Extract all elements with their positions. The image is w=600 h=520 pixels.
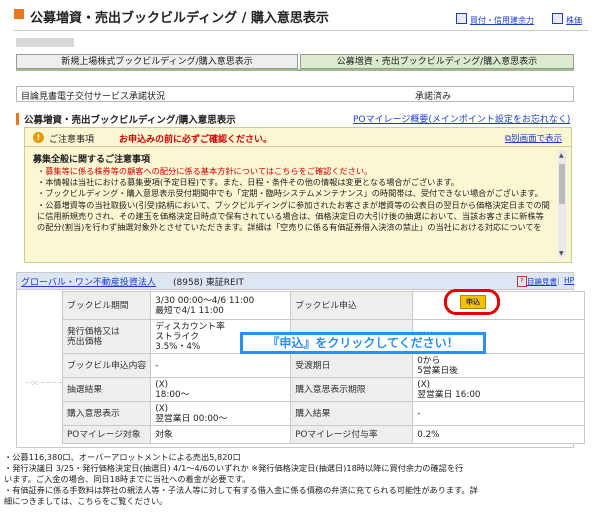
title-marker-icon xyxy=(14,9,24,19)
popup-link-label[interactable]: 別画面で表示 xyxy=(511,134,562,144)
lottery-result-value: (X) 18:00〜 xyxy=(150,377,292,402)
popup-link[interactable]: ⧉別画面で表示 xyxy=(505,132,562,144)
section-marker-icon xyxy=(16,113,19,125)
delivery-date-label: 受渡期日 xyxy=(290,353,414,378)
notice-box: ! ご注意事項 お申込みの前に必ずご確認ください。 ⧉別画面で表示 募集全般に関… xyxy=(24,127,572,263)
notice-line: ・ブックビルディング・購入意思表示受付期間中でも「定期・臨時システムメンテナンス… xyxy=(37,188,543,199)
notice-line: ・募集等に係る株券等の顧客への配分に係る基本方針についてはこちらをご確認ください… xyxy=(37,166,373,176)
issuer-logo-mark: — ○○ — — — — xyxy=(25,381,63,386)
bookbuild-period-line1: 3/30 00:00〜4/6 11:00 xyxy=(155,295,255,306)
offering-details-table: ブックビル期間 3/30 00:00〜4/6 11:00 最短で4/1 11:00… xyxy=(61,291,586,444)
security-card-header: グローバル・ワン不動産投資法人 (8958) 東証REIT P 目論見書 | H… xyxy=(17,273,574,290)
po-mileage-rate-value: 0.2% xyxy=(412,425,586,444)
po-mileage-target-value: 対象 xyxy=(150,425,292,444)
tab-po-bookbuilding[interactable]: 公募増資・売出ブックビルディング/購入意思表示 xyxy=(300,54,574,69)
delivery-date-value: 0から 5営業日後 xyxy=(412,353,586,378)
prospectus-consent-label: 目論見書電子交付サービス承諾状況 xyxy=(21,92,166,102)
stock-price-link[interactable]: 株価 xyxy=(552,13,582,26)
po-mileage-target-label: POマイレージ対象 xyxy=(61,425,152,444)
footer-line: ・公募116,380口、オーバーアロットメントによる売出5,820口 xyxy=(4,452,241,462)
trade-capacity-label[interactable]: 買付・信用建余力 xyxy=(470,16,534,25)
bookbuild-content-value: - xyxy=(150,353,292,378)
document-icon xyxy=(552,13,563,24)
bookbuild-period-line2: 最短で4/1 11:00 xyxy=(155,305,224,316)
calculator-icon xyxy=(456,13,467,24)
lottery-result-label: 抽選結果 xyxy=(61,377,152,402)
bookbuild-apply-label: ブックビル申込 xyxy=(290,291,414,320)
prospectus-link[interactable]: 目論見書 xyxy=(527,276,557,287)
notice-line: に信用新規売りされ、その建玉を価格決定日時点で保有されている場合は、価格決定日の… xyxy=(37,210,544,221)
issuer-link[interactable]: グローバル・ワン不動産投資法人 xyxy=(21,275,156,288)
footer-notes: ・公募116,380口、オーバーアロットメントによる売出5,820口 ・発行決議… xyxy=(0,452,600,507)
bookbuild-content-label: ブックビル申込内容 xyxy=(61,353,152,378)
table-row: POマイレージ対象 対象 POマイレージ付与率 0.2% xyxy=(61,425,586,444)
purchase-result-value: - xyxy=(412,401,586,426)
table-row: ブックビル申込内容 - 受渡期日 0から 5営業日後 xyxy=(61,353,586,378)
table-row: 抽選結果 (X) 18:00〜 購入意思表示期限 (X) 翌営業日 16:00 xyxy=(61,377,586,402)
warning-icon: ! xyxy=(33,132,44,143)
scroll-thumb[interactable] xyxy=(559,164,565,204)
table-row: 購入意思表示 (X) 翌営業日 00:00〜 購入結果 - xyxy=(61,401,586,426)
issuer-code-market: (8958) 東証REIT xyxy=(173,278,244,288)
tab-underline xyxy=(16,69,574,71)
table-row: ブックビル期間 3/30 00:00〜4/6 11:00 最短で4/1 11:00… xyxy=(61,291,586,320)
header-divider xyxy=(14,30,588,31)
notice-title: ご注意事項 xyxy=(49,135,95,145)
scroll-up-icon[interactable]: ▲ xyxy=(559,152,564,159)
instruction-callout: 『申込』をクリックしてください！ xyxy=(240,332,486,354)
notice-line: ・公募増資等の当社取扱い(引受)銘柄において、ブックビルディングに参加されたお客… xyxy=(37,199,550,210)
page-title: 公募増資・売出ブックビルディング / 購入意思表示 xyxy=(30,11,329,26)
footer-line: ・有価証券に係る手数料は弊社の親法人等・子法人等に対して有する借入金に係る債務の… xyxy=(4,485,478,495)
prospectus-consent-value: 承諾済み xyxy=(415,92,452,102)
notice-lines: ・募集等に係る株券等の顧客への配分に係る基本方針についてはこちらをご確認ください… xyxy=(37,166,557,233)
footer-line: 細につきましては、こちらをご覧ください。 xyxy=(4,496,168,506)
notice-header: ! ご注意事項 お申込みの前に必ずご確認ください。 ⧉別画面で表示 xyxy=(25,128,571,147)
po-mileage-link[interactable]: POマイレージ概要(メインポイント設定をお忘れなく) xyxy=(353,112,570,125)
tab-ipo-bookbuilding[interactable]: 新規上場株式ブックビルディング/購入意思表示 xyxy=(16,54,298,69)
footer-line: ・発行決議日 3/25・発行価格決定日(抽選日) 4/1〜4/6のいずれか ※発… xyxy=(4,463,464,473)
notice-line: ・本情報は当社における募集要項(予定日程)です。また、日程・条件その他の情報は変… xyxy=(37,177,460,188)
price-label: 発行価格又は 売出価格 xyxy=(61,319,152,354)
footer-line: います。ご入金の場合、同日18時までに当社への着金が必要です。 xyxy=(4,474,251,484)
section-title: 公募増資・売出ブックビルディング/購入意思表示 xyxy=(24,115,236,126)
scroll-down-icon[interactable]: ▼ xyxy=(559,250,564,257)
prospectus-consent-row: 目論見書電子交付サービス承諾状況 承諾済み xyxy=(16,86,574,102)
purchase-result-label: 購入結果 xyxy=(290,401,414,426)
bookbuild-period-label: ブックビル期間 xyxy=(61,291,152,320)
notice-line: の配分(割当)を行わず抽選対象外とさせていただきます。詳細は「空売りに係る有価証… xyxy=(37,222,542,233)
homepage-link[interactable]: HP xyxy=(564,276,574,285)
page-header: 公募増資・売出ブックビルディング / 購入意思表示 買付・信用建余力 株価 xyxy=(0,0,600,27)
purchase-intention-value: (X) 翌営業日 00:00〜 xyxy=(150,401,292,426)
apply-button[interactable]: 申込 xyxy=(460,295,486,309)
notice-body-title: 募集全般に関するご注意事項 xyxy=(33,155,151,165)
pdf-icon: P xyxy=(517,276,527,287)
intention-deadline-label: 購入意思表示期限 xyxy=(290,377,414,402)
account-redacted-bar xyxy=(16,38,74,47)
intention-deadline-value: (X) 翌営業日 16:00 xyxy=(412,377,586,402)
stock-price-label[interactable]: 株価 xyxy=(566,16,582,25)
separator: | xyxy=(557,276,560,285)
notice-alert: お申込みの前に必ずご確認ください。 xyxy=(119,135,273,145)
trade-capacity-link[interactable]: 買付・信用建余力 xyxy=(456,13,534,26)
purchase-intention-label: 購入意思表示 xyxy=(61,401,152,426)
bookbuild-period-value: 3/30 00:00〜4/6 11:00 最短で4/1 11:00 xyxy=(150,291,292,320)
po-mileage-rate-label: POマイレージ付与率 xyxy=(290,425,414,444)
